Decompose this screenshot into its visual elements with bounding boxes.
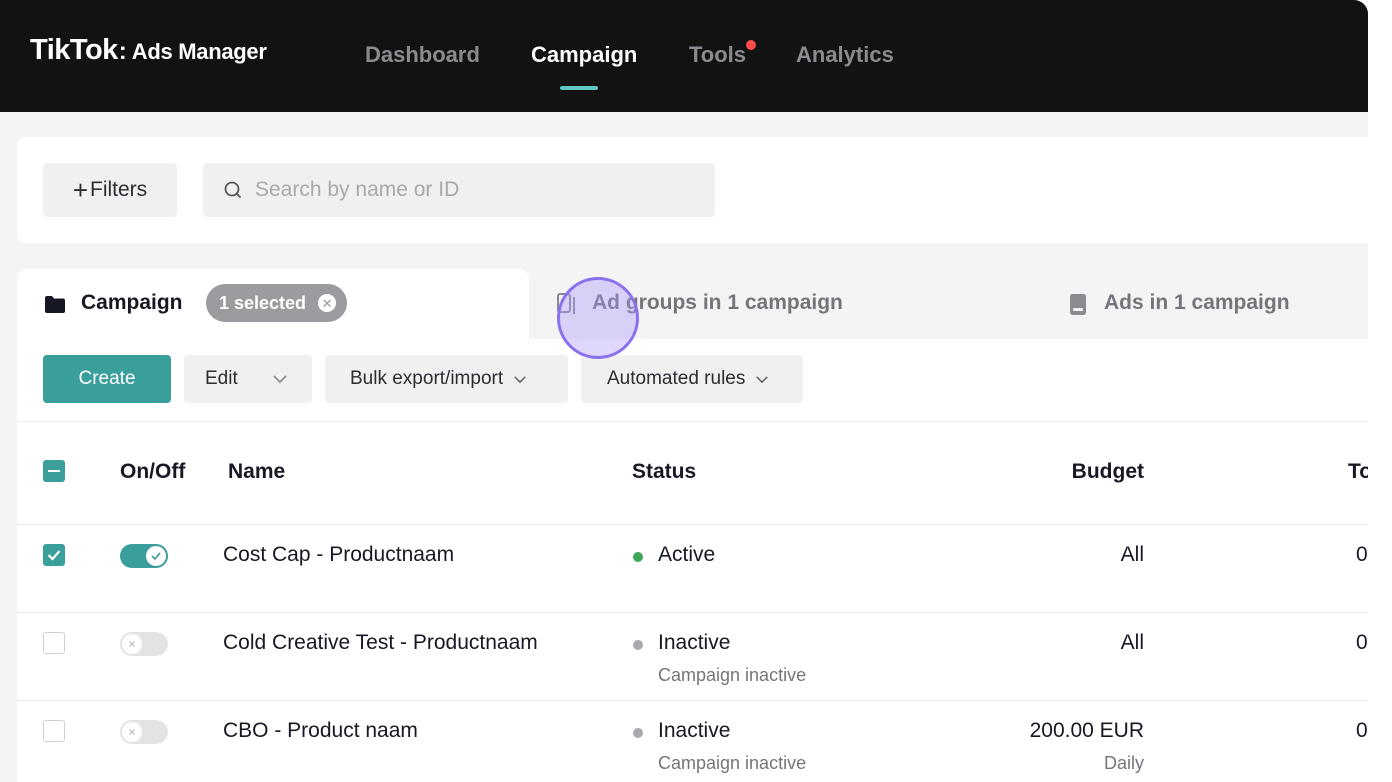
row-checkbox[interactable] — [43, 720, 65, 742]
toggle-knob — [122, 722, 142, 742]
nav-analytics[interactable]: Analytics — [796, 42, 894, 68]
selected-count-text: 1 selected — [219, 292, 307, 313]
row-checkbox[interactable] — [43, 632, 65, 654]
toggle-knob — [146, 546, 166, 566]
chevron-down-icon — [756, 375, 769, 383]
row-checkbox-checked[interactable] — [43, 544, 65, 566]
campaign-budget: 200.00 EUR — [1029, 719, 1144, 742]
tiktok-ads-manager-logo[interactable]: TikTok : Ads Manager — [30, 34, 267, 67]
search-input[interactable] — [253, 177, 697, 203]
search-icon — [224, 181, 241, 198]
campaign-toggle-off[interactable] — [120, 632, 168, 656]
campaign-name[interactable]: Cold Creative Test - Productnaam — [223, 631, 538, 655]
status-dot-inactive — [633, 640, 643, 650]
chevron-down-icon — [514, 375, 526, 383]
tab-ads-label: Ads in 1 campaign — [1104, 291, 1290, 314]
x-icon — [129, 641, 135, 647]
col-header-name[interactable]: Name — [228, 460, 285, 484]
checkmark-icon — [47, 550, 61, 561]
table-header: On/Off Name Status Budget To — [17, 421, 1368, 525]
table-row[interactable]: CBO - Product naam Inactive Campaign ina… — [17, 701, 1368, 782]
bulk-label: Bulk export/import — [350, 368, 504, 389]
tab-campaign-label: Campaign — [81, 291, 183, 314]
logo-colon: : — [118, 38, 127, 65]
campaign-name[interactable]: Cost Cap - Productnaam — [223, 543, 454, 567]
col-header-total[interactable]: To — [1348, 460, 1368, 484]
x-icon — [129, 729, 135, 735]
toggle-knob — [122, 634, 142, 654]
check-icon — [151, 552, 161, 561]
col-header-onoff[interactable]: On/Off — [120, 460, 185, 484]
ad-icon — [1070, 294, 1086, 315]
nav-tools[interactable]: Tools — [689, 40, 756, 68]
click-indicator — [557, 277, 639, 359]
col-header-status[interactable]: Status — [632, 460, 696, 484]
campaign-status-detail: Campaign inactive — [658, 753, 807, 773]
campaign-status: Active — [658, 543, 716, 566]
edit-label: Edit — [205, 368, 238, 389]
top-nav-bar: TikTok : Ads Manager Dashboard Campaign … — [0, 0, 1368, 112]
campaign-status-detail: Campaign inactive — [658, 665, 807, 685]
nav-campaign[interactable]: Campaign — [531, 42, 637, 68]
campaign-toggle-off[interactable] — [120, 720, 168, 744]
campaign-budget: All — [1120, 543, 1144, 566]
campaign-budget-period: Daily — [1103, 753, 1144, 773]
campaign-toggle-on[interactable] — [120, 544, 168, 568]
search-box[interactable] — [203, 163, 715, 217]
bulk-export-import-dropdown[interactable]: Bulk export/import — [325, 355, 568, 403]
selected-count-badge[interactable]: 1 selected ✕ — [206, 284, 348, 322]
col-header-budget[interactable]: Budget — [1072, 460, 1144, 484]
campaign-total: 0 — [1356, 631, 1368, 654]
nav-tools-label: Tools — [689, 42, 747, 67]
nav-active-indicator — [560, 86, 598, 90]
filter-bar: + Filters — [17, 137, 1368, 243]
filters-button-label: Filters — [90, 178, 148, 201]
clear-selection-icon[interactable]: ✕ — [318, 294, 337, 312]
campaign-budget: All — [1120, 631, 1144, 654]
campaign-status: Inactive — [658, 631, 731, 654]
plus-icon: + — [72, 175, 88, 205]
filters-button[interactable]: + Filters — [43, 163, 177, 217]
table-row[interactable]: Cost Cap - Productnaam Active All 0 — [17, 525, 1368, 613]
chevron-down-icon — [273, 375, 287, 384]
logo-product: Ads Manager — [131, 39, 267, 64]
minus-icon — [48, 470, 60, 472]
logo-brand: TikTok — [30, 34, 118, 66]
tab-campaign[interactable]: Campaign 1 selected ✕ — [17, 269, 529, 339]
automated-label: Automated rules — [607, 368, 746, 389]
table-row[interactable]: Cold Creative Test - Productnaam Inactiv… — [17, 613, 1368, 701]
campaign-total: 0 — [1356, 719, 1368, 742]
campaign-name[interactable]: CBO - Product naam — [223, 719, 418, 743]
status-dot-active — [633, 552, 643, 562]
campaign-table-panel: Create Edit Bulk export/import Automated… — [17, 339, 1368, 782]
folder-icon — [45, 296, 65, 313]
campaign-status: Inactive — [658, 719, 731, 742]
nav-dashboard[interactable]: Dashboard — [365, 42, 480, 68]
campaign-total: 0 — [1356, 543, 1368, 566]
notification-dot — [746, 40, 756, 50]
select-all-checkbox[interactable] — [43, 460, 65, 482]
automated-rules-dropdown[interactable]: Automated rules — [581, 355, 803, 403]
status-dot-inactive — [633, 728, 643, 738]
create-button[interactable]: Create — [43, 355, 171, 403]
app-window: TikTok : Ads Manager Dashboard Campaign … — [0, 0, 1368, 782]
edit-dropdown[interactable]: Edit — [184, 355, 312, 403]
tab-ads[interactable]: Ads in 1 campaign — [1043, 269, 1368, 339]
